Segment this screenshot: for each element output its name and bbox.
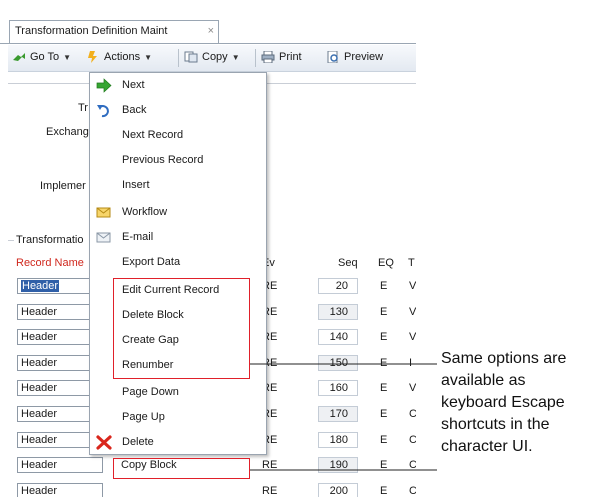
callout-line: available as xyxy=(441,372,526,389)
callout-note: Same options are available as keyboard E… xyxy=(441,348,600,458)
callout-line: shortcuts in the xyxy=(441,416,550,433)
callout-line: keyboard Escape xyxy=(441,394,565,411)
callout-line: character UI. xyxy=(441,438,533,455)
callout-line: Same options are xyxy=(441,350,567,367)
